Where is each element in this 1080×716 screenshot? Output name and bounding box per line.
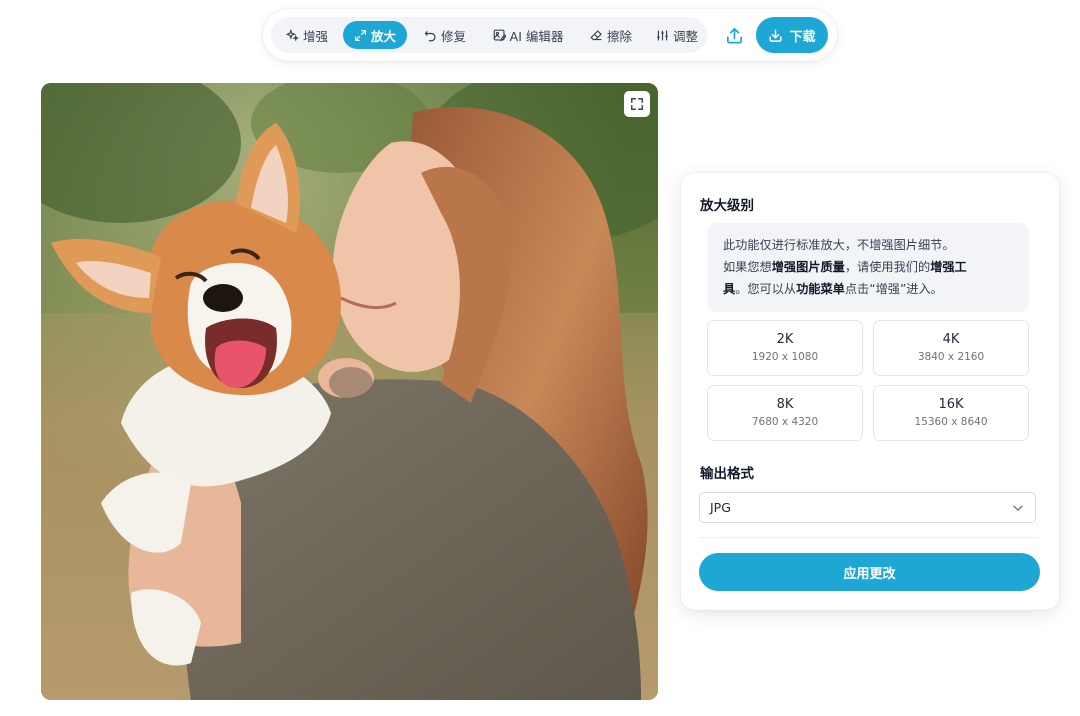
tab-enhance-label: 增强	[302, 28, 328, 44]
photo-woman-holding-corgi	[41, 83, 658, 700]
image-edit-icon	[493, 29, 506, 42]
info-bold-enhance-quality: 增强图片质量	[771, 260, 845, 274]
panel-divider	[699, 537, 1039, 538]
upload-button[interactable]	[721, 22, 747, 48]
resolution-label: 16K	[938, 397, 964, 412]
info-bold-tool-end: 具	[723, 282, 736, 296]
resolution-option-16k[interactable]: 16K 15360 x 8640	[873, 385, 1029, 441]
apply-changes-label: 应用更改	[843, 566, 896, 582]
eraser-icon	[590, 29, 602, 40]
fullscreen-button[interactable]	[624, 91, 650, 117]
info-bold-function-menu: 功能菜单	[796, 282, 845, 296]
upload-icon	[726, 27, 742, 43]
resolution-size: 15360 x 8640	[914, 416, 988, 428]
tab-ai-editor[interactable]: AI 编辑器	[483, 21, 573, 49]
image-preview	[41, 83, 658, 700]
tab-erase[interactable]: 擦除	[581, 21, 641, 49]
tab-erase-label: 擦除	[606, 28, 632, 44]
output-format-title: 输出格式	[700, 466, 754, 482]
tab-adjust-label: 调整	[672, 28, 698, 44]
resolution-option-8k[interactable]: 8K 7680 x 4320	[707, 385, 863, 441]
resolution-option-4k[interactable]: 4K 3840 x 2160	[873, 320, 1029, 376]
info-text-3a: 。您可以从	[735, 282, 797, 296]
apply-changes-button[interactable]: 应用更改	[699, 553, 1040, 591]
info-line-3: 具。您可以从功能菜单点击“增强”进入。	[723, 278, 1013, 300]
output-format-select[interactable]: JPG	[699, 492, 1036, 523]
info-text-3b: 点击“增强”进入。	[844, 282, 943, 296]
upscale-settings-panel: 放大级别 此功能仅进行标准放大，不增强图片细节。 如果您想增强图片质量，请使用我…	[681, 173, 1059, 610]
sliders-icon	[657, 30, 668, 40]
resolution-label: 4K	[942, 332, 960, 347]
tab-enhance[interactable]: 增强	[277, 21, 337, 49]
resolution-label: 8K	[776, 397, 794, 412]
output-format-value: JPG	[710, 500, 731, 515]
sparkle-icon	[285, 28, 299, 42]
download-button[interactable]: 下载	[756, 17, 828, 53]
zoom-level-title: 放大级别	[700, 198, 754, 214]
tab-adjust[interactable]: 调整	[647, 21, 707, 49]
resolution-size: 7680 x 4320	[751, 416, 819, 428]
info-line-1: 此功能仅进行标准放大，不增强图片细节。	[723, 234, 1013, 256]
resolution-size: 1920 x 1080	[751, 351, 819, 363]
tab-repair-label: 修复	[440, 28, 466, 44]
info-text-1: 此功能仅进行标准放大，不增强图片细节。	[723, 238, 955, 252]
tab-repair[interactable]: 修复	[415, 21, 475, 49]
info-text-2b: ，请使用我们的	[844, 260, 931, 274]
tab-upscale[interactable]: 放大	[343, 21, 407, 49]
expand-arrows-icon	[355, 29, 366, 41]
download-icon	[770, 29, 782, 42]
tool-group: 增强 放大 修复 AI 编辑器 擦除 调整	[271, 17, 707, 53]
info-notice: 此功能仅进行标准放大，不增强图片细节。 如果您想增强图片质量，请使用我们的增强工…	[707, 223, 1029, 312]
top-toolbar: 增强 放大 修复 AI 编辑器 擦除 调整 下载	[263, 9, 837, 61]
tab-upscale-label: 放大	[370, 28, 396, 44]
download-label: 下载	[789, 29, 816, 45]
chevron-down-icon	[1013, 505, 1023, 511]
resolution-label: 2K	[776, 332, 794, 347]
tab-ai-editor-label: AI 编辑器	[509, 28, 564, 44]
info-text-2a: 如果您想	[723, 260, 772, 274]
undo-icon	[424, 30, 436, 41]
info-line-2: 如果您想增强图片质量，请使用我们的增强工	[723, 256, 1013, 278]
resolution-size: 3840 x 2160	[917, 351, 985, 363]
fullscreen-icon	[631, 98, 643, 110]
resolution-option-2k[interactable]: 2K 1920 x 1080	[707, 320, 863, 376]
info-bold-enhance-tool: 增强工	[930, 260, 967, 274]
